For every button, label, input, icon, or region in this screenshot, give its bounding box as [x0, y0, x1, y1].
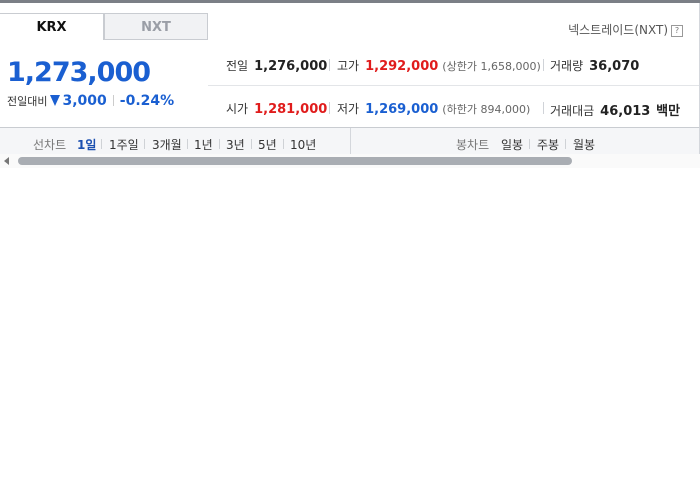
- divider: [283, 139, 284, 149]
- high-label: 고가: [337, 59, 360, 73]
- divider: [565, 139, 566, 149]
- high-value: 1,292,000: [365, 59, 439, 74]
- period-3m[interactable]: 3개월: [152, 136, 182, 153]
- volume-value: 36,070: [589, 59, 640, 74]
- down-triangle-icon: [50, 95, 61, 106]
- period-5y[interactable]: 5년: [258, 136, 277, 153]
- volume: 거래량 36,070: [550, 57, 639, 74]
- row-divider: [208, 85, 699, 86]
- candle-chart-label: 봉차트: [456, 138, 490, 152]
- price-change: 전일대비 3,000 -0.24%: [7, 93, 174, 109]
- scroll-left-arrow-icon[interactable]: [4, 157, 9, 165]
- change-amount: 3,000: [62, 93, 107, 109]
- period-1d[interactable]: 1일: [77, 136, 96, 153]
- chart-period-bar: 선차트 1일 1주일 3개월 1년 3년 5년 10년 봉차트 일봉 주봉 월봉: [0, 127, 700, 155]
- divider: [144, 139, 145, 149]
- nxt-info-label: 넥스트레이드(NXT): [568, 23, 668, 37]
- current-price: 1,273,000: [7, 57, 151, 88]
- candle-weekly[interactable]: 주봉: [537, 136, 559, 153]
- nxt-info-link[interactable]: 넥스트레이드(NXT)?: [568, 21, 683, 38]
- turnover-value: 46,013: [600, 104, 651, 119]
- horizontal-scrollbar[interactable]: [0, 154, 700, 168]
- divider: [251, 139, 252, 149]
- tab-krx[interactable]: KRX: [0, 13, 104, 40]
- section-divider: [350, 128, 351, 154]
- lower-limit-label: 하한가: [446, 103, 477, 116]
- divider: [543, 102, 544, 114]
- change-percent: -0.24%: [119, 93, 175, 109]
- divider: [112, 95, 114, 106]
- tab-nxt[interactable]: NXT: [104, 13, 208, 40]
- prev-close-label: 전일: [226, 59, 249, 73]
- divider: [329, 102, 330, 114]
- candle-daily[interactable]: 일봉: [501, 136, 523, 153]
- high-price: 고가 1,292,000 (상한가 1,658,000): [337, 57, 541, 74]
- open-price: 시가 1,281,000: [226, 100, 327, 117]
- lower-limit: (하한가 894,000): [442, 103, 531, 116]
- line-chart-label: 선차트: [33, 138, 67, 152]
- help-icon[interactable]: ?: [671, 25, 683, 37]
- candle-monthly[interactable]: 월봉: [573, 136, 595, 153]
- divider: [329, 59, 330, 71]
- change-label: 전일대비: [7, 95, 48, 108]
- volume-label: 거래량: [550, 59, 584, 73]
- lower-limit-value: 894,000: [480, 103, 526, 116]
- period-10y[interactable]: 10년: [290, 136, 316, 153]
- divider: [101, 139, 102, 149]
- upper-limit-label: 상한가: [446, 60, 477, 73]
- turnover-unit: 백만: [656, 104, 681, 119]
- scroll-thumb[interactable]: [18, 157, 572, 165]
- low-price: 저가 1,269,000 (하한가 894,000): [337, 100, 530, 117]
- divider: [543, 59, 544, 71]
- period-1w[interactable]: 1주일: [109, 136, 139, 153]
- low-value: 1,269,000: [365, 102, 439, 117]
- period-3y[interactable]: 3년: [226, 136, 245, 153]
- low-label: 저가: [337, 102, 360, 116]
- open-label: 시가: [226, 102, 249, 116]
- divider: [187, 139, 188, 149]
- prev-close-value: 1,276,000: [254, 59, 328, 74]
- upper-limit-value: 1,658,000: [480, 60, 537, 73]
- prev-close: 전일 1,276,000: [226, 57, 327, 74]
- divider: [529, 139, 530, 149]
- quote-panel: KRX NXT 넥스트레이드(NXT)? 1,273,000 전일대비 3,000…: [0, 3, 700, 128]
- open-value: 1,281,000: [254, 102, 328, 117]
- turnover-label: 거래대금: [550, 104, 595, 118]
- period-1y[interactable]: 1년: [194, 136, 213, 153]
- turnover: 거래대금 46,013 백만: [550, 100, 680, 119]
- upper-limit: (상한가 1,658,000): [442, 60, 541, 73]
- divider: [219, 139, 220, 149]
